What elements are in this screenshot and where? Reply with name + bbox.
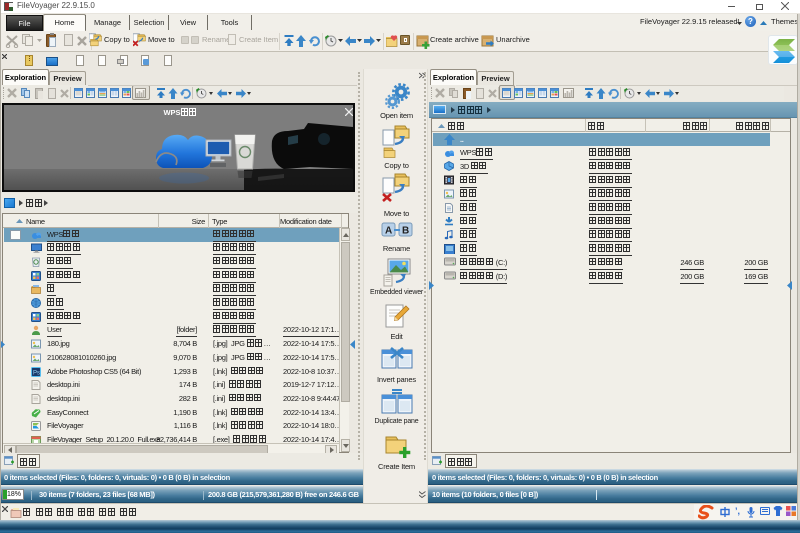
svg-text:B: B xyxy=(402,226,409,237)
svg-text:A: A xyxy=(385,226,392,237)
svg-text:Ps: Ps xyxy=(33,370,40,376)
